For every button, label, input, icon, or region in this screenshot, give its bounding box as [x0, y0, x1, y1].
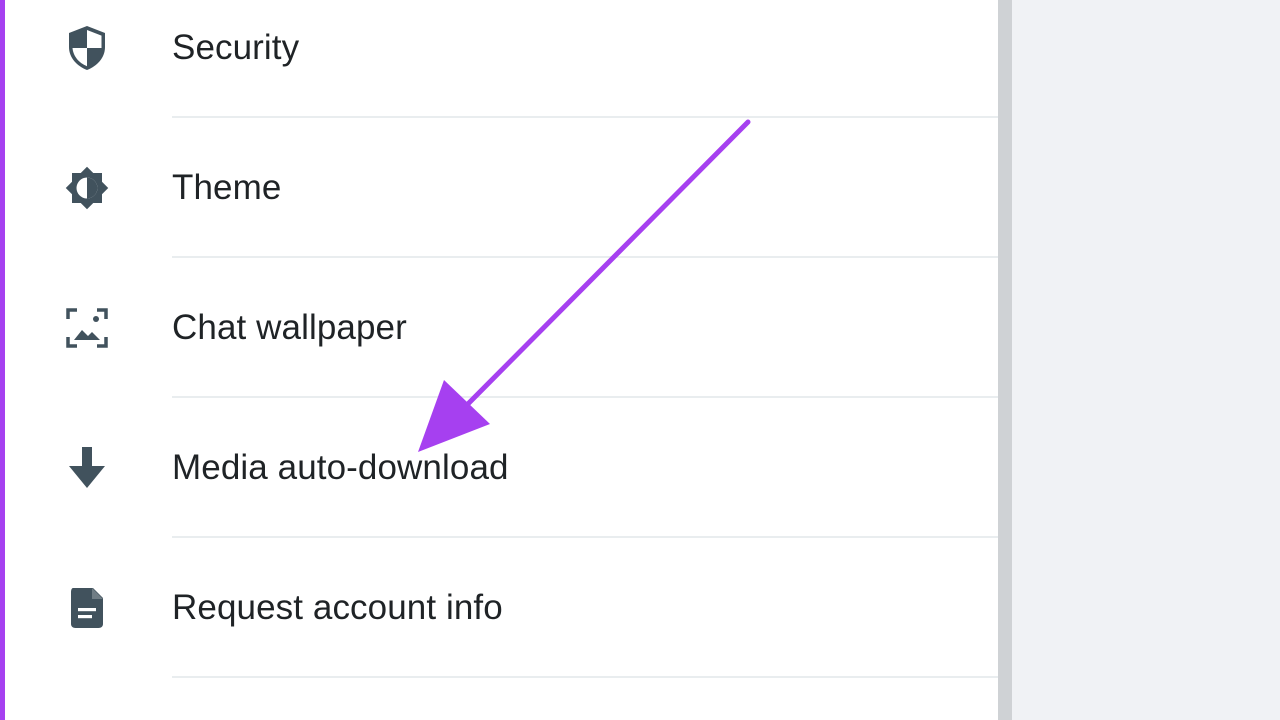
settings-item-theme[interactable]: Theme	[5, 118, 998, 258]
settings-item-label: Request account info	[172, 588, 503, 627]
settings-item-label: Chat wallpaper	[172, 308, 407, 347]
settings-list: Security Theme Chat wallpaper Media auto…	[5, 0, 998, 720]
settings-screen: Security Theme Chat wallpaper Media auto…	[0, 0, 1280, 720]
settings-item-label: Media auto-download	[172, 448, 509, 487]
settings-item-chat-wallpaper[interactable]: Chat wallpaper	[5, 258, 998, 398]
wallpaper-icon	[61, 302, 113, 354]
divider	[172, 676, 998, 678]
settings-item-label: Theme	[172, 168, 282, 207]
settings-item-request-account-info[interactable]: Request account info	[5, 538, 998, 678]
document-icon	[61, 582, 113, 634]
shield-icon	[61, 22, 113, 74]
theme-icon	[61, 162, 113, 214]
settings-item-security[interactable]: Security	[5, 0, 998, 118]
pane-separator	[998, 0, 1012, 720]
settings-item-media-auto-download[interactable]: Media auto-download	[5, 398, 998, 538]
right-pane	[1012, 0, 1280, 720]
download-icon	[61, 442, 113, 494]
settings-item-label: Security	[172, 28, 300, 67]
